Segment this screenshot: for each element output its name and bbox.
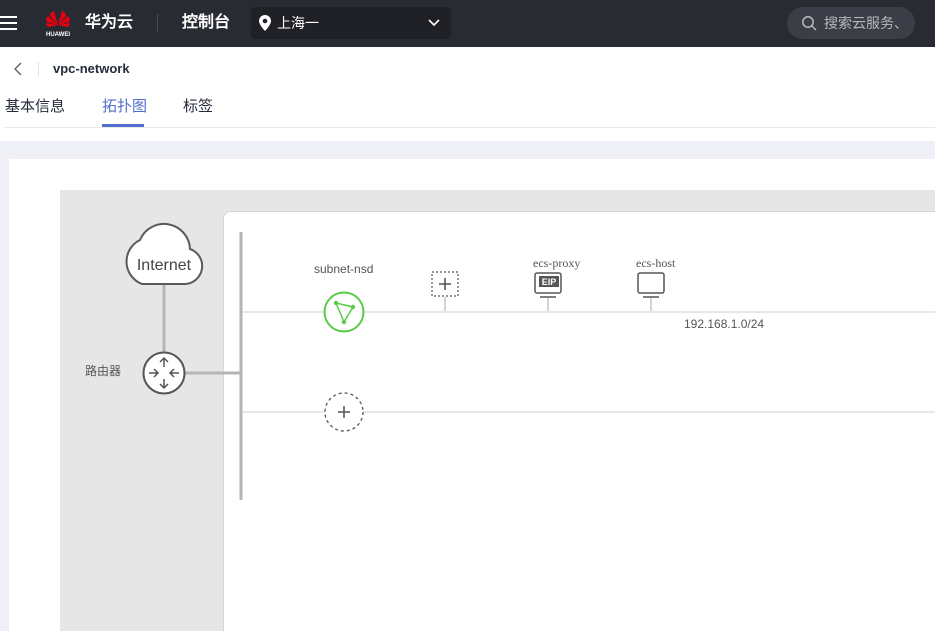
add-server-button[interactable]: [431, 271, 459, 311]
internet-label: Internet: [137, 257, 192, 274]
router-icon[interactable]: [142, 351, 186, 395]
topology-diagram: Internet EIP: [125, 223, 935, 500]
server-name-label[interactable]: ecs-proxy: [533, 256, 580, 270]
server-icon[interactable]: [637, 272, 665, 311]
eip-badge: EIP: [542, 277, 557, 287]
subnet-icon[interactable]: [323, 291, 365, 333]
router-label: 路由器: [85, 364, 122, 378]
add-subnet-button[interactable]: [324, 392, 364, 432]
subnet-cidr-label: 192.168.1.0/24: [684, 317, 765, 331]
cloud-icon[interactable]: Internet: [125, 223, 204, 285]
server-name-label[interactable]: ecs-host: [636, 256, 675, 270]
server-eip-icon[interactable]: EIP: [534, 272, 562, 311]
subnet-name-label[interactable]: subnet-nsd: [314, 262, 373, 276]
